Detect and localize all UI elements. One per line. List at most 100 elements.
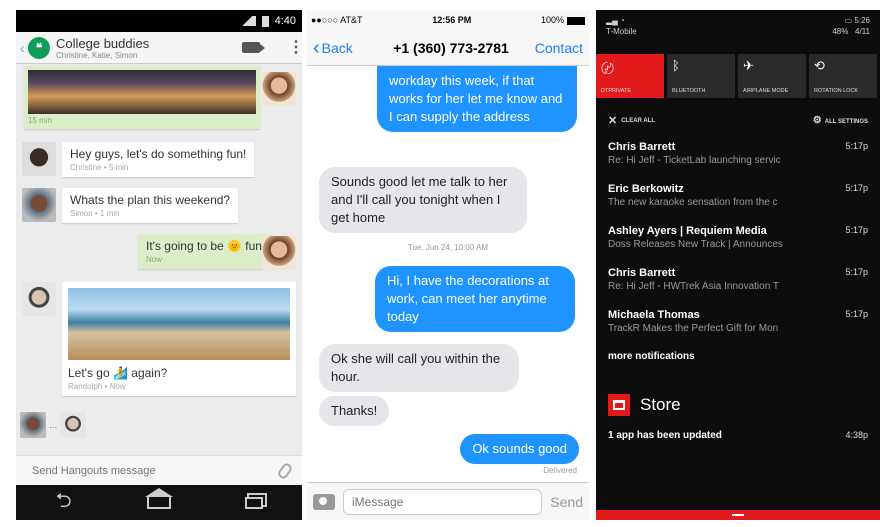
notification-item[interactable]: Ashley Ayers | Requiem Media 5:17p Doss R…	[608, 225, 868, 250]
message-bubble-incoming[interactable]: Whats the plan this weekend? Simon • 1 m…	[62, 188, 239, 223]
avatar[interactable]	[22, 142, 56, 176]
message-bubble-outgoing[interactable]: It's going to be 🌞 fun! Now	[138, 234, 274, 269]
carrier-signal: ●●○○○ AT&T	[311, 15, 363, 25]
recent-apps-icon[interactable]	[237, 496, 271, 509]
message-text: Hey guys, let's do something fun!	[70, 147, 247, 161]
notification-preview: Re: Hi Jeff - HWTrek Asia Innovation T	[608, 281, 779, 292]
message-input[interactable]	[32, 464, 280, 477]
battery-icon	[567, 16, 585, 25]
quick-action-label: BLUETOOTH	[672, 88, 706, 94]
message-bubble-incoming[interactable]: Ok she will call you within the hour.	[319, 344, 519, 392]
message-bubble-outgoing[interactable]: Hi, I have the decorations at work, can …	[375, 266, 575, 332]
notification-sender: Ashley Ayers | Requiem Media	[608, 225, 767, 237]
battery-percent: 48%	[832, 27, 849, 36]
message-bubble-incoming[interactable]: Hey guys, let's do something fun! Christ…	[62, 142, 255, 177]
conversation-title-block[interactable]: College buddies Christine, Katie, Simon	[56, 36, 242, 60]
action-center-screen: ▂▄ ◔ T-Mobile ▭ 5:26 48% 4/11 〄 DTPRIVAT…	[596, 10, 880, 520]
message-meta: Now	[146, 255, 163, 264]
message-meta: Simon • 1 min	[70, 209, 120, 218]
conversation-header: ‹ ❝ College buddies Christine, Katie, Si…	[16, 32, 302, 64]
contact-button[interactable]: Contact	[527, 40, 583, 56]
compose-bar	[16, 455, 302, 485]
status-time: 12:56 PM	[432, 15, 472, 25]
notification-item[interactable]: Michaela Thomas 5:17p TrackR Makes the Pe…	[608, 309, 868, 334]
participants-strip[interactable]: ...	[20, 412, 87, 438]
send-button[interactable]: Send	[550, 494, 583, 510]
back-chevron-icon: ‹	[313, 36, 320, 59]
avatar[interactable]	[262, 236, 296, 270]
message-bubble-incoming[interactable]: Sounds good let me talk to her and I'll …	[319, 167, 527, 233]
all-settings-label: ALL SETTINGS	[824, 119, 868, 125]
notification-item[interactable]: 1 app has been updated 4:38p	[608, 430, 868, 441]
avatar[interactable]	[20, 412, 46, 438]
message-bubble-outgoing[interactable]: workday this week, if that works for her…	[377, 66, 577, 132]
shared-photo-beach[interactable]	[68, 288, 290, 360]
status-bar: 4:40	[16, 10, 302, 32]
quick-action-bluetooth[interactable]: ᛒ BLUETOOTH	[667, 54, 735, 98]
notification-preview: TrackR Makes the Perfect Gift for Mon	[608, 323, 779, 334]
quick-actions: 〄 DTPRIVATE ᛒ BLUETOOTH ✈ AIRPLANE MODE …	[596, 54, 880, 100]
shared-photo-sunset[interactable]	[28, 70, 256, 114]
battery-icon: ▭	[844, 16, 855, 25]
quick-action-label: DTPRIVATE	[601, 88, 632, 94]
quick-action-rotation-lock[interactable]: ⟲ ROTATION LOCK	[809, 54, 877, 98]
quick-action-airplane-mode[interactable]: ✈ AIRPLANE MODE	[738, 54, 806, 98]
quick-action-label: ROTATION LOCK	[814, 88, 859, 94]
message-bubble-incoming[interactable]: Thanks!	[319, 396, 390, 426]
bluetooth-icon: ᛒ	[672, 58, 680, 73]
avatar[interactable]	[22, 188, 56, 222]
all-settings-button[interactable]: ⚙ ALL SETTINGS	[813, 115, 868, 126]
quick-action-wifi[interactable]: 〄 DTPRIVATE	[596, 54, 664, 98]
back-chevron-icon[interactable]: ‹	[20, 40, 28, 56]
message-bubble-outgoing[interactable]: Ok sounds good	[460, 434, 579, 464]
notification-item[interactable]: Chris Barrett 5:17p Re: Hi Jeff - TicketL…	[608, 141, 868, 166]
delivery-status: Delivered	[543, 466, 577, 475]
signal-icon	[237, 16, 256, 26]
hangouts-logo-icon[interactable]: ❝	[28, 36, 50, 59]
store-app-group[interactable]: Store	[608, 394, 681, 416]
store-icon	[608, 394, 630, 416]
wifi-icon: 〄	[601, 61, 615, 76]
action-center-handle[interactable]	[596, 510, 880, 520]
overflow-menu-icon[interactable]: ⋮	[288, 39, 302, 55]
message-bubble-incoming[interactable]: Let's go 🏄 again? Randolph • Now	[62, 282, 296, 396]
status-bar: ●●○○○ AT&T 12:56 PM 100%	[307, 10, 589, 30]
back-button[interactable]: ‹ Back	[313, 36, 375, 59]
hangouts-screen: 4:40 ‹ ❝ College buddies Christine, Kati…	[16, 10, 302, 520]
notification-sender: Michaela Thomas	[608, 309, 700, 321]
app-group-title: Store	[640, 395, 681, 414]
quick-action-label: AIRPLANE MODE	[743, 88, 789, 94]
notification-time: 5:17p	[845, 225, 868, 235]
battery-icon	[261, 15, 269, 27]
conversation-title: +1 (360) 773-2781	[393, 39, 509, 56]
notification-sender: Chris Barrett	[608, 267, 676, 279]
conversation-participants: Christine, Katie, Simon	[56, 50, 138, 60]
notification-time: 5:17p	[845, 183, 868, 193]
carrier-name: T-Mobile	[606, 27, 637, 36]
video-call-icon[interactable]	[242, 42, 265, 53]
status-time: 5:26	[854, 16, 870, 25]
rotation-lock-icon: ⟲	[814, 58, 825, 73]
action-center-controls: ✕ CLEAR ALL ⚙ ALL SETTINGS	[596, 114, 880, 127]
notification-item[interactable]: Chris Barrett 5:17p Re: Hi Jeff - HWTrek …	[608, 267, 868, 292]
notification-item[interactable]: Eric Berkowitz 5:17p The new karaoke sens…	[608, 183, 868, 208]
more-notifications-link[interactable]: more notifications	[608, 351, 695, 362]
avatar[interactable]	[22, 282, 56, 316]
camera-icon[interactable]	[313, 493, 335, 510]
notification-time: 4:38p	[845, 430, 868, 440]
message-bubble-outgoing[interactable]: 15 min	[24, 66, 260, 129]
home-icon[interactable]	[142, 487, 176, 509]
signal-icon: ▂▄ ◔	[606, 16, 625, 25]
avatar[interactable]	[262, 72, 296, 106]
participants-more: ...	[49, 419, 58, 431]
message-text: Let's go 🏄 again?	[68, 366, 168, 380]
back-icon[interactable]: ⮌	[47, 486, 81, 520]
message-meta: 15 min	[28, 116, 53, 125]
clear-all-button[interactable]: ✕ CLEAR ALL	[608, 114, 655, 127]
avatar[interactable]	[60, 412, 87, 438]
message-meta: Christine • 5 min	[70, 163, 129, 172]
message-list[interactable]: 15 min Hey guys, let's do something fun!…	[16, 64, 302, 458]
message-text: Whats the plan this weekend?	[70, 193, 231, 207]
status-bar: ▂▄ ◔ T-Mobile ▭ 5:26 48% 4/11	[596, 10, 880, 54]
message-input[interactable]	[343, 488, 543, 515]
